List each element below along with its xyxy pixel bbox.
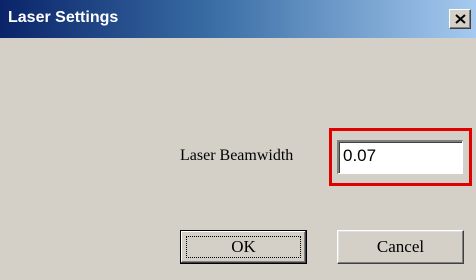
beamwidth-label: Laser Beamwidth [180,147,294,164]
cancel-button[interactable]: Cancel [337,230,464,264]
ok-button-label: OK [231,237,256,256]
close-icon [455,14,466,24]
ok-button[interactable]: OK [180,230,307,264]
cancel-button-label: Cancel [376,237,425,256]
laser-settings-dialog: Laser Settings Laser Beamwidth 0.07 OK C… [0,0,476,280]
close-button[interactable] [449,9,471,29]
window-title: Laser Settings [8,9,119,26]
beamwidth-input[interactable]: 0.07 [337,140,463,174]
title-bar[interactable]: Laser Settings [0,0,476,38]
